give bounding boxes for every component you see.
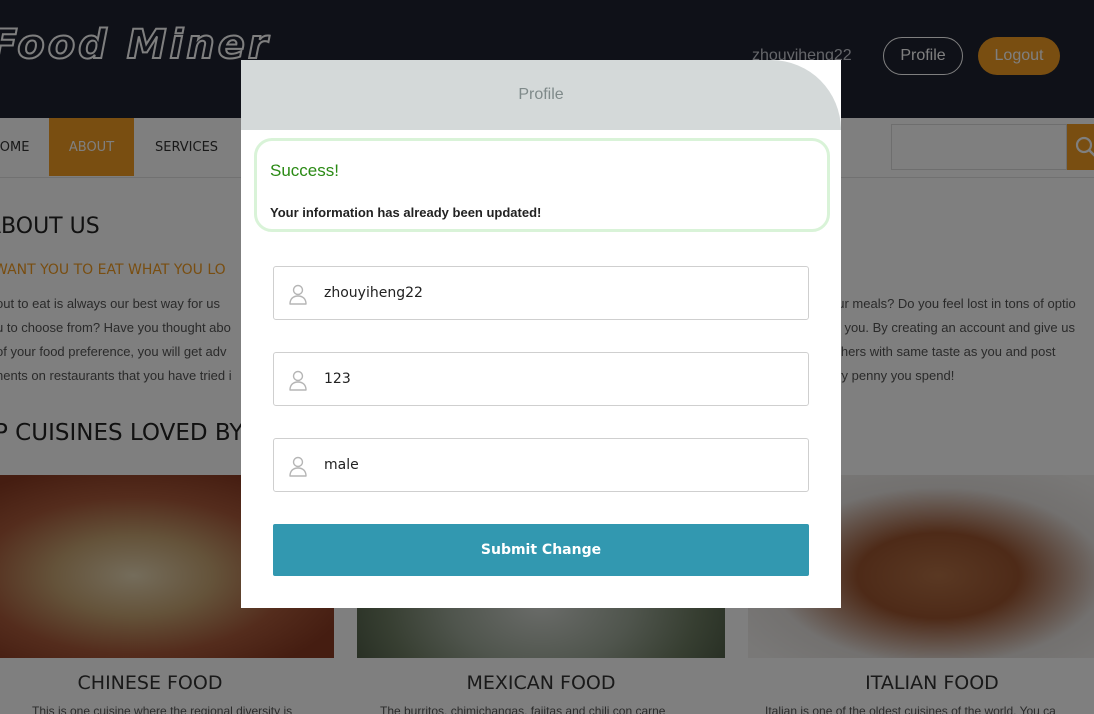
- password-input[interactable]: [324, 353, 804, 405]
- user-icon: [289, 456, 307, 477]
- alert-title: Success!: [270, 161, 339, 180]
- success-alert: Success! Your information has already be…: [254, 138, 830, 232]
- submit-change-button[interactable]: Submit Change: [273, 524, 809, 576]
- profile-modal: Profile Success! Your information has al…: [241, 60, 841, 608]
- username-input[interactable]: [324, 267, 804, 319]
- modal-header: Profile: [241, 60, 841, 130]
- modal-title: Profile: [518, 86, 564, 103]
- password-field[interactable]: [273, 352, 809, 406]
- user-icon: [289, 284, 307, 305]
- gender-field[interactable]: [273, 438, 809, 492]
- alert-message: Your information has already been update…: [270, 205, 542, 220]
- gender-input[interactable]: [324, 439, 804, 491]
- user-icon: [289, 370, 307, 391]
- username-field[interactable]: [273, 266, 809, 320]
